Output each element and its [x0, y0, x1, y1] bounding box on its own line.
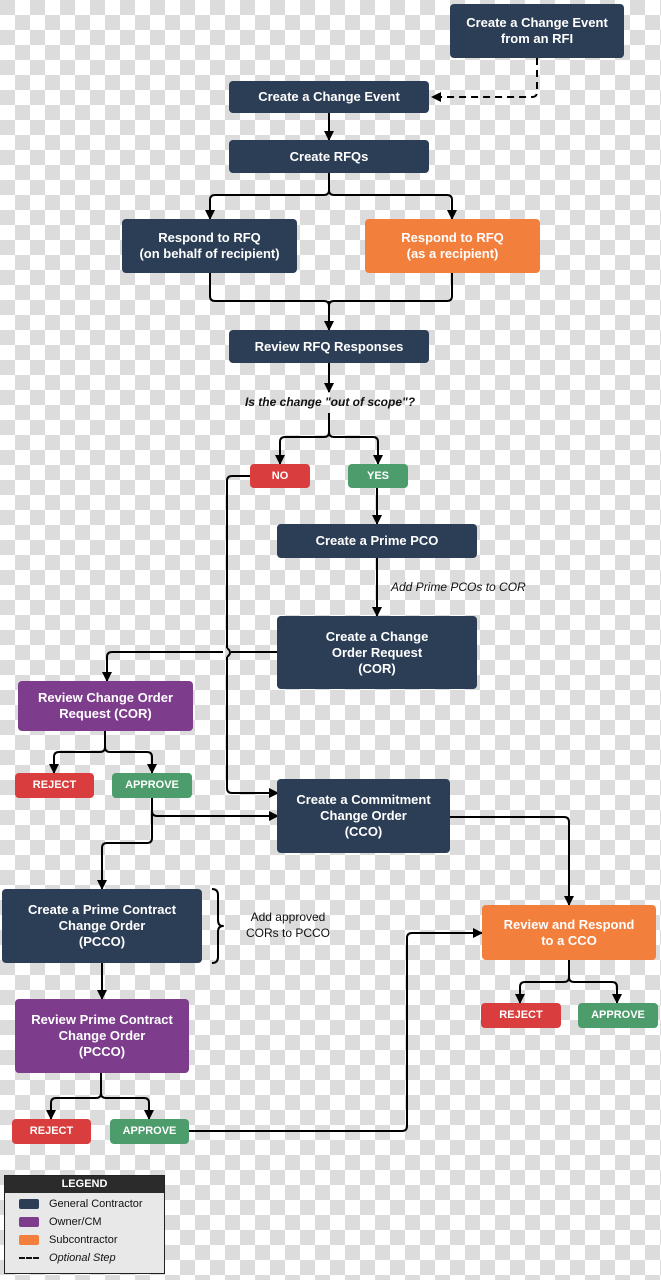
decision-yes[interactable]: YES [348, 464, 408, 488]
pcco-approve[interactable]: APPROVE [110, 1119, 189, 1144]
node-review-respond-cco[interactable]: Review and Respond to a CCO [482, 905, 656, 960]
decision-no[interactable]: NO [250, 464, 310, 488]
cco-approve[interactable]: APPROVE [578, 1003, 658, 1028]
legend-item-subcontractor: Subcontractor [5, 1231, 164, 1249]
arrow-cco-to-review-cco [450, 816, 574, 906]
arrow-approve-to-pcco [97, 811, 153, 890]
legend-item-optional-step: Optional Step [5, 1249, 164, 1267]
node-respond-rfq-on-behalf[interactable]: Respond to RFQ (on behalf of recipient) [122, 219, 297, 273]
legend-title: LEGEND [5, 1176, 164, 1193]
node-review-cor[interactable]: Review Change Order Request (COR) [18, 681, 193, 731]
node-create-prime-pco[interactable]: Create a Prime PCO [277, 524, 477, 558]
arrow-review-pcco-to-approve [100, 1092, 154, 1120]
arrow-review-cco-to-approve [568, 976, 622, 1004]
cor-approve[interactable]: APPROVE [112, 773, 192, 798]
node-create-rfqs[interactable]: Create RFQs [229, 140, 429, 173]
node-create-change-event[interactable]: Create a Change Event [229, 81, 429, 113]
arrow-review-cco-to-reject [515, 960, 570, 1004]
arrow-rfqs-to-respond-behalf [210, 173, 330, 219]
node-review-rfq-responses[interactable]: Review RFQ Responses [229, 330, 429, 363]
legend-item-owner-cm: Owner/CM [5, 1213, 164, 1231]
node-create-change-event-from-rfi[interactable]: Create a Change Event from an RFI [450, 4, 624, 58]
jump-hop [226, 647, 231, 658]
arrow-rfi-to-change-event [431, 58, 538, 102]
legend-swatch-icon [19, 1217, 39, 1227]
note-add-approved-cors: Add approved CORs to PCCO [245, 910, 330, 940]
cco-reject[interactable]: REJECT [481, 1003, 561, 1028]
line-respond-behalf-to-merge [209, 273, 330, 307]
node-review-pcco[interactable]: Review Prime Contract Change Order (PCCO… [15, 999, 189, 1073]
legend-swatch-icon [19, 1199, 39, 1209]
decision-question: Is the change "out of scope"? [244, 395, 416, 409]
node-create-pcco[interactable]: Create a Prime Contract Change Order (PC… [2, 889, 202, 963]
arrow-question-to-yes [328, 431, 383, 465]
arrow-pcco-approve-to-review-cco [189, 928, 483, 1132]
arrow-question-to-no [275, 431, 330, 465]
legend-item-general-contractor: General Contractor [5, 1195, 164, 1213]
cor-reject[interactable]: REJECT [15, 773, 94, 798]
legend-swatch-icon [19, 1235, 39, 1245]
arrow-approve-to-cco [151, 798, 279, 821]
arrow-rfqs-to-respond-recipient [328, 189, 457, 220]
pcco-reject[interactable]: REJECT [12, 1119, 91, 1144]
line-respond-recipient-to-merge [328, 273, 453, 307]
node-create-cor[interactable]: Create a Change Order Request (COR) [277, 616, 477, 689]
arrow-cor-to-review-cor [107, 651, 277, 681]
arrow-review-pcco-to-reject [46, 1073, 102, 1120]
arrow-review-cor-to-reject [49, 731, 106, 774]
note-add-prime-pcos: Add Prime PCOs to COR [391, 580, 526, 594]
arrow-review-cor-to-approve [104, 746, 157, 774]
dashed-line-icon [19, 1257, 39, 1259]
legend: LEGEND General Contractor Owner/CM Subco… [4, 1175, 165, 1274]
node-create-cco[interactable]: Create a Commitment Change Order (CCO) [277, 779, 450, 853]
node-respond-rfq-as-recipient[interactable]: Respond to RFQ (as a recipient) [365, 219, 540, 273]
arrow-no-to-cco [226, 475, 278, 793]
brace-add-cors [211, 888, 224, 964]
